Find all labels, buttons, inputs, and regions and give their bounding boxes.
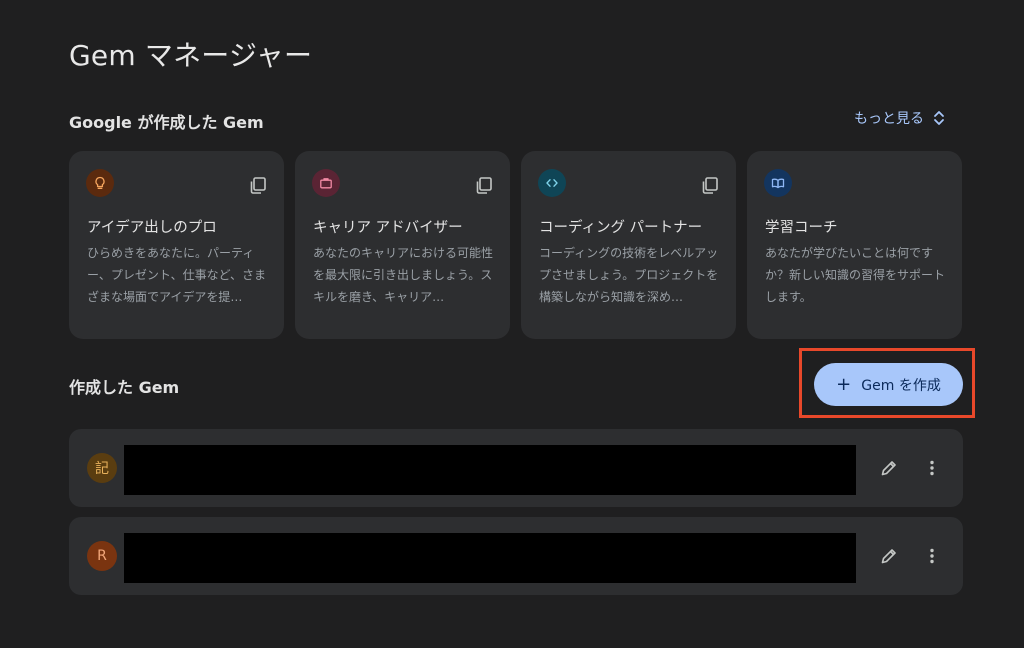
create-gem-button[interactable]: + Gem を作成 xyxy=(814,363,963,406)
page-title: Gem マネージャー xyxy=(69,39,313,72)
gem-card-coding-partner[interactable]: コーディング パートナー コーディングの技術をレベルアップさせましょう。プロジェ… xyxy=(521,151,736,339)
card-description: あなたのキャリアにおける可能性を最大限に引き出しましょう。スキルを磨き、キャリア… xyxy=(313,246,494,304)
copy-icon[interactable] xyxy=(474,175,494,195)
card-title: コーディング パートナー xyxy=(539,220,703,236)
gem-card-brainstormer[interactable]: アイデア出しのプロ ひらめきをあなたに。パーティー、プレゼント、仕事など、さまざ… xyxy=(69,151,284,339)
card-icon-badge xyxy=(86,169,114,197)
lightbulb-icon xyxy=(95,176,105,189)
redacted-gem-name xyxy=(124,533,856,583)
briefcase-icon xyxy=(320,178,332,189)
my-gems-heading: 作成した Gem xyxy=(69,378,180,397)
card-icon-badge xyxy=(764,169,792,197)
gem-card-learning-coach[interactable]: 学習コーチ あなたが学びたいことは何ですか？新しい知識の習得をサポートします。 xyxy=(747,151,962,339)
open-book-icon xyxy=(771,178,785,189)
redacted-gem-name xyxy=(124,445,856,495)
copy-icon[interactable] xyxy=(248,175,268,195)
gem-card-career-advisor[interactable]: キャリア アドバイザー あなたのキャリアにおける可能性を最大限に引き出しましょう… xyxy=(295,151,510,339)
card-description: コーディングの技術をレベルアップさせましょう。プロジェクトを構築しながら知識を深… xyxy=(539,246,719,304)
show-more-link[interactable]: もっと見る xyxy=(854,108,946,128)
google-gems-heading: Google が作成した Gem xyxy=(69,113,264,132)
expand-icon xyxy=(934,111,944,125)
my-gem-row[interactable]: R xyxy=(69,517,963,595)
premade-gem-list: アイデア出しのプロ ひらめきをあなたに。パーティー、プレゼント、仕事など、さまざ… xyxy=(69,151,962,339)
card-icon-badge xyxy=(312,169,340,197)
more-vert-icon[interactable] xyxy=(922,546,942,566)
card-icon-badge xyxy=(538,169,566,197)
card-title: キャリア アドバイザー xyxy=(313,220,463,236)
code-icon xyxy=(546,179,558,187)
gem-manager-page: Gem マネージャー Google が作成した Gem もっと見る アイデア出し… xyxy=(0,0,1024,648)
my-gem-row[interactable]: 記 xyxy=(69,429,963,507)
pencil-icon[interactable] xyxy=(879,458,899,478)
more-vert-icon[interactable] xyxy=(922,458,942,478)
gem-avatar: 記 xyxy=(87,453,117,483)
copy-icon[interactable] xyxy=(700,175,720,195)
create-gem-label: Gem を作成 xyxy=(861,377,941,394)
show-more-label: もっと見る xyxy=(854,111,924,127)
gem-avatar: R xyxy=(87,541,117,571)
card-description: ひらめきをあなたに。パーティー、プレゼント、仕事など、さまざまな場面でアイデアを… xyxy=(87,246,267,304)
plus-icon: + xyxy=(836,373,852,395)
pencil-icon[interactable] xyxy=(879,546,899,566)
card-title: 学習コーチ xyxy=(765,220,838,236)
card-description: あなたが学びたいことは何ですか？新しい知識の習得をサポートします。 xyxy=(765,246,946,304)
card-title: アイデア出しのプロ xyxy=(87,220,217,236)
